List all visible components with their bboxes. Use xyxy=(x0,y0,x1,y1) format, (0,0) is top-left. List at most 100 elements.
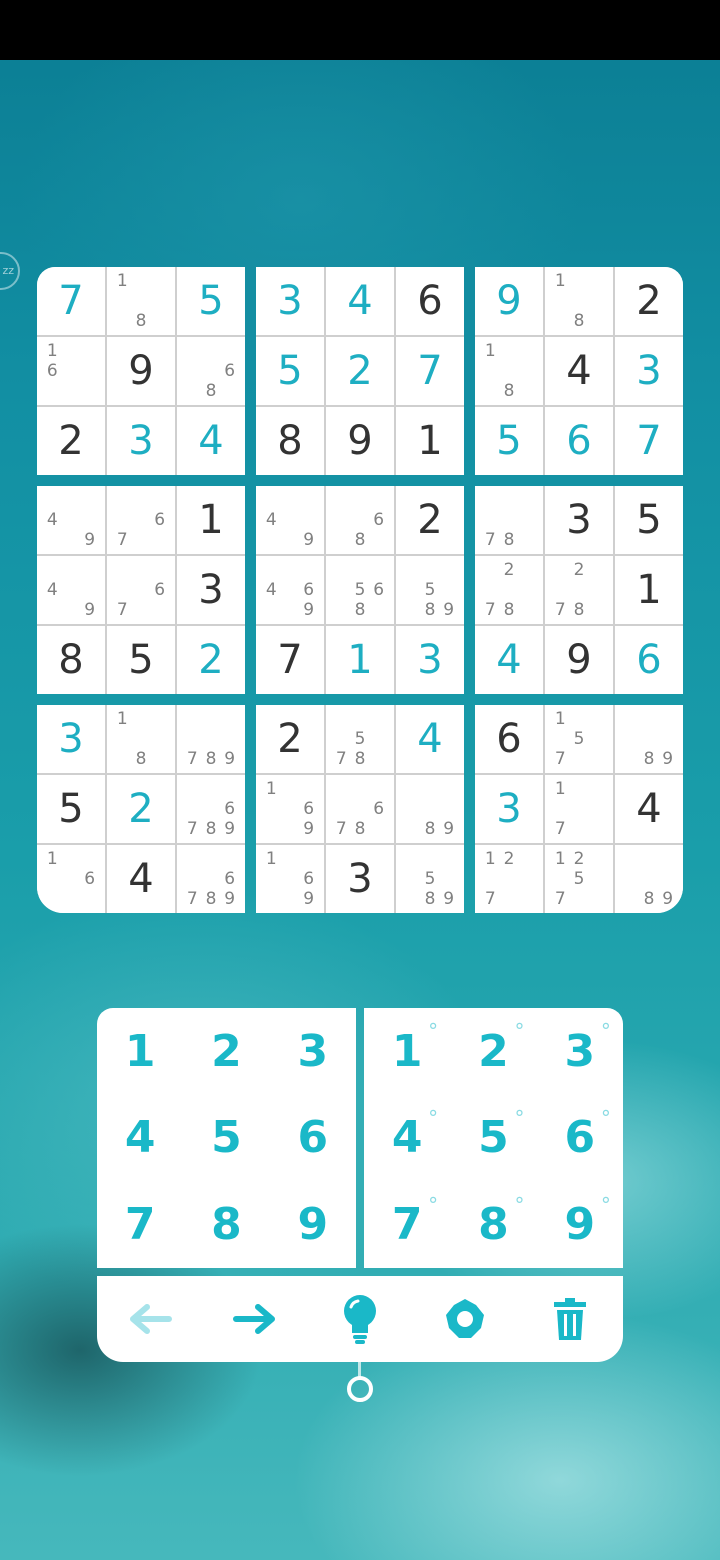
sudoku-cell[interactable]: 9 xyxy=(545,626,613,694)
note-button-8[interactable]: 8 ° xyxy=(450,1181,536,1268)
sudoku-cell[interactable]: 6 789 xyxy=(177,775,245,843)
sudoku-cell[interactable]: 1 xyxy=(615,556,683,624)
sudoku-cell[interactable]: 1257 xyxy=(545,845,613,913)
delete-button[interactable] xyxy=(535,1284,605,1354)
note-button-7[interactable]: 7 ° xyxy=(364,1181,450,1268)
sudoku-cell[interactable]: 18 xyxy=(475,337,543,405)
sudoku-cell[interactable]: 278 xyxy=(545,556,613,624)
digit-button-2[interactable]: 2 xyxy=(183,1008,269,1095)
sudoku-cell[interactable]: 18 xyxy=(107,267,175,335)
sudoku-cell[interactable]: 5 xyxy=(37,775,105,843)
sudoku-cell[interactable]: 589 xyxy=(396,845,464,913)
sudoku-cell[interactable]: 8 xyxy=(256,407,324,475)
sudoku-cell[interactable]: 4 xyxy=(615,775,683,843)
sudoku-cell[interactable]: 2 xyxy=(177,626,245,694)
sudoku-cell[interactable]: 49 xyxy=(256,486,324,554)
sudoku-cell[interactable]: 89 xyxy=(396,775,464,843)
sudoku-cell[interactable]: 3 xyxy=(107,407,175,475)
sudoku-cell[interactable]: 16 xyxy=(37,845,105,913)
sudoku-cell[interactable]: 67 xyxy=(107,556,175,624)
sudoku-cell[interactable]: 5 xyxy=(256,337,324,405)
sudoku-cell[interactable]: 3 xyxy=(177,556,245,624)
sudoku-cell[interactable]: 5 xyxy=(177,267,245,335)
note-button-4[interactable]: 4 ° xyxy=(364,1095,450,1182)
sudoku-cell[interactable]: 18 xyxy=(545,267,613,335)
sudoku-cell[interactable]: 49 xyxy=(37,486,105,554)
side-drawer-handle[interactable]: zz xyxy=(0,252,20,290)
sudoku-cell[interactable]: 89 xyxy=(615,845,683,913)
sudoku-cell[interactable]: 8 xyxy=(37,626,105,694)
sudoku-cell[interactable]: 2 xyxy=(396,486,464,554)
sudoku-cell[interactable]: 68 xyxy=(177,337,245,405)
sudoku-cell[interactable]: 7 xyxy=(37,267,105,335)
sudoku-cell[interactable]: 1 xyxy=(326,626,394,694)
sudoku-cell[interactable]: 7 xyxy=(615,407,683,475)
hint-button[interactable] xyxy=(325,1284,395,1354)
sudoku-cell[interactable]: 4 xyxy=(177,407,245,475)
sudoku-cell[interactable]: 3 xyxy=(256,267,324,335)
sudoku-cell[interactable]: 789 xyxy=(177,705,245,773)
sudoku-cell[interactable]: 16 xyxy=(37,337,105,405)
digit-button-8[interactable]: 8 xyxy=(183,1181,269,1268)
sudoku-cell[interactable]: 3 xyxy=(396,626,464,694)
digit-button-3[interactable]: 3 xyxy=(270,1008,356,1095)
sudoku-cell[interactable]: 49 xyxy=(37,556,105,624)
sudoku-cell[interactable]: 3 xyxy=(37,705,105,773)
sudoku-cell[interactable]: 5 xyxy=(615,486,683,554)
digit-button-7[interactable]: 7 xyxy=(97,1181,183,1268)
sudoku-cell[interactable]: 3 xyxy=(615,337,683,405)
digit-button-6[interactable]: 6 xyxy=(270,1095,356,1182)
sudoku-cell[interactable]: 3 xyxy=(326,845,394,913)
sudoku-cell[interactable]: 3 xyxy=(545,486,613,554)
sudoku-cell[interactable]: 2 xyxy=(326,337,394,405)
sudoku-cell[interactable]: 18 xyxy=(107,705,175,773)
sudoku-cell[interactable]: 589 xyxy=(396,556,464,624)
sudoku-cell[interactable]: 6 xyxy=(475,705,543,773)
sudoku-cell[interactable]: 1 69 xyxy=(256,845,324,913)
note-button-9[interactable]: 9 ° xyxy=(537,1181,623,1268)
sudoku-cell[interactable]: 1 xyxy=(177,486,245,554)
sudoku-cell[interactable]: 2 xyxy=(37,407,105,475)
settings-button[interactable] xyxy=(430,1284,500,1354)
sudoku-cell[interactable]: 7 xyxy=(396,337,464,405)
sudoku-cell[interactable]: 157 xyxy=(545,705,613,773)
digit-button-4[interactable]: 4 xyxy=(97,1095,183,1182)
note-button-6[interactable]: 6 ° xyxy=(537,1095,623,1182)
sudoku-cell[interactable]: 68 xyxy=(326,486,394,554)
sudoku-cell[interactable]: 6 xyxy=(396,267,464,335)
sudoku-cell[interactable]: 568 xyxy=(326,556,394,624)
digit-button-9[interactable]: 9 xyxy=(270,1181,356,1268)
sudoku-cell[interactable]: 1 xyxy=(396,407,464,475)
sudoku-cell[interactable]: 4 xyxy=(107,845,175,913)
sudoku-cell[interactable]: 17 xyxy=(545,775,613,843)
sudoku-cell[interactable]: 9 xyxy=(326,407,394,475)
sudoku-cell[interactable]: 2 xyxy=(615,267,683,335)
sudoku-cell[interactable]: 4 xyxy=(475,626,543,694)
sudoku-cell[interactable]: 5 xyxy=(475,407,543,475)
sudoku-cell[interactable]: 1 69 xyxy=(256,775,324,843)
redo-button[interactable] xyxy=(220,1284,290,1354)
sudoku-cell[interactable]: 6 xyxy=(545,407,613,475)
sudoku-cell[interactable]: 89 xyxy=(615,705,683,773)
undo-button[interactable] xyxy=(115,1284,185,1354)
note-button-1[interactable]: 1 ° xyxy=(364,1008,450,1095)
note-button-2[interactable]: 2 ° xyxy=(450,1008,536,1095)
sudoku-cell[interactable]: 127 xyxy=(475,845,543,913)
sudoku-cell[interactable]: 3 xyxy=(475,775,543,843)
sudoku-cell[interactable]: 2 xyxy=(107,775,175,843)
sudoku-cell[interactable]: 7 xyxy=(256,626,324,694)
digit-button-1[interactable]: 1 xyxy=(97,1008,183,1095)
sudoku-cell[interactable]: 67 xyxy=(107,486,175,554)
sudoku-cell[interactable]: 2 xyxy=(256,705,324,773)
sudoku-cell[interactable]: 6 789 xyxy=(177,845,245,913)
sudoku-cell[interactable]: 6 78 xyxy=(326,775,394,843)
note-button-5[interactable]: 5 ° xyxy=(450,1095,536,1182)
sudoku-cell[interactable]: 4 xyxy=(326,267,394,335)
sudoku-cell[interactable]: 9 xyxy=(107,337,175,405)
sudoku-cell[interactable]: 6 xyxy=(615,626,683,694)
digit-button-5[interactable]: 5 xyxy=(183,1095,269,1182)
sudoku-cell[interactable]: 5 xyxy=(107,626,175,694)
note-button-3[interactable]: 3 ° xyxy=(537,1008,623,1095)
sudoku-cell[interactable]: 78 xyxy=(475,486,543,554)
sudoku-cell[interactable]: 4 xyxy=(396,705,464,773)
